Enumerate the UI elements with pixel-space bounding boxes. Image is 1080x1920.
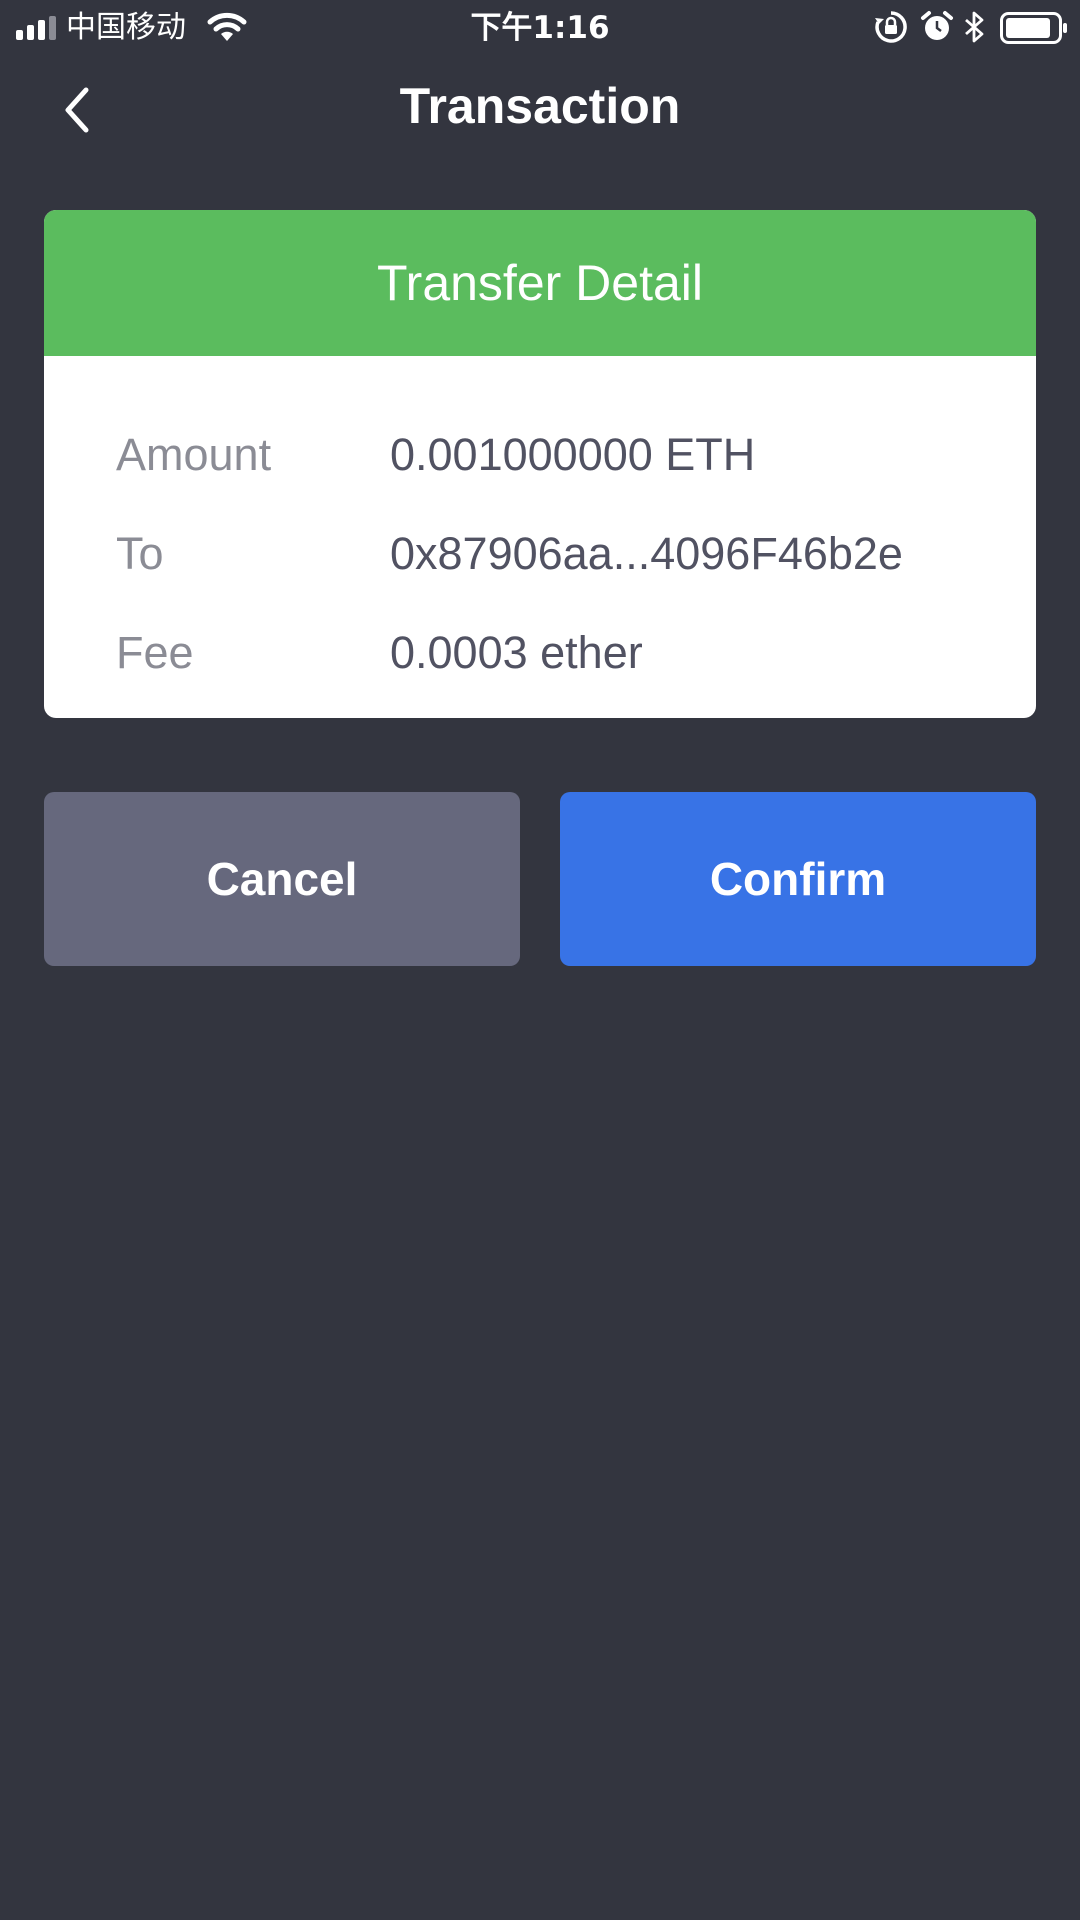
- detail-row-fee: Fee 0.0003 ether: [44, 623, 1036, 683]
- transfer-detail-card: Transfer Detail Amount 0.001000000 ETH T…: [44, 210, 1036, 718]
- fee-value: 0.0003 ether: [390, 627, 643, 678]
- fee-label: Fee: [116, 627, 194, 678]
- alarm-icon: [921, 11, 953, 40]
- detail-row-to: To 0x87906aa...4096F46b2e: [44, 524, 1036, 584]
- amount-value: 0.001000000 ETH: [390, 429, 756, 480]
- rotation-lock-icon: [875, 11, 907, 43]
- detail-row-amount: Amount 0.001000000 ETH: [44, 425, 1036, 485]
- to-address-value: 0x87906aa...4096F46b2e: [390, 528, 903, 579]
- transaction-screen: 中国移动 下午1:16 Transaction Transfer Detail …: [0, 0, 1080, 1920]
- status-bar: 中国移动 下午1:16: [0, 0, 1080, 54]
- to-label: To: [116, 528, 164, 579]
- amount-label: Amount: [116, 429, 272, 480]
- confirm-button[interactable]: Confirm: [560, 792, 1036, 966]
- status-time: 下午1:16: [470, 10, 610, 46]
- battery-icon: [1000, 12, 1067, 44]
- page-title: Transaction: [399, 78, 681, 134]
- transfer-detail-header: Transfer Detail: [44, 210, 1036, 356]
- cancel-button[interactable]: Cancel: [44, 792, 520, 966]
- bluetooth-icon: [965, 11, 984, 43]
